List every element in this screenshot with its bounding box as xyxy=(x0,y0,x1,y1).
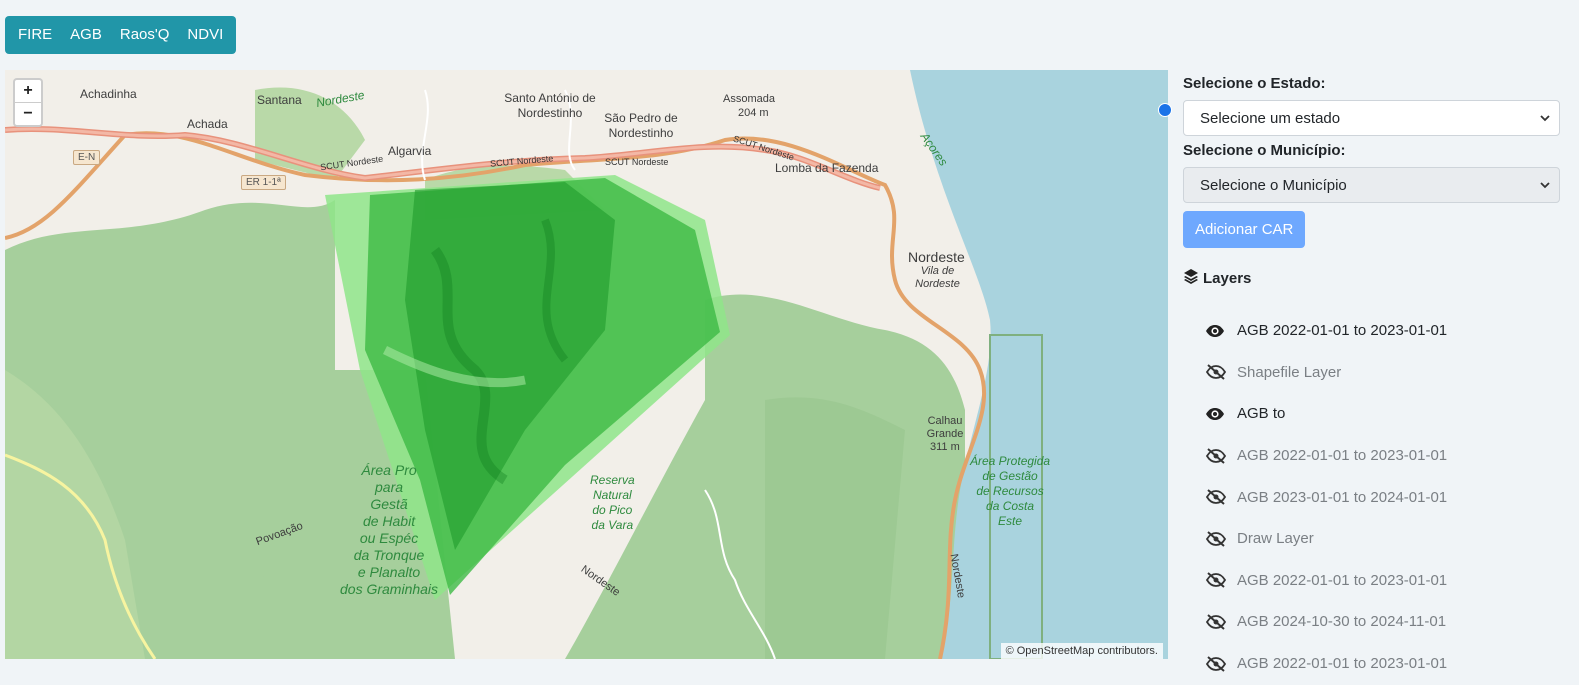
layer-label: Draw Layer xyxy=(1237,530,1314,548)
eye-slash-icon[interactable] xyxy=(1205,447,1227,464)
map-place-label: Lomba da Fazenda xyxy=(775,161,879,175)
eye-slash-icon[interactable] xyxy=(1205,614,1227,630)
protected-area-label: Área Pro para Gestã de Habit ou Espéc da… xyxy=(340,462,439,597)
layer-item[interactable]: AGB 2022-01-01 to 2023-01-01 xyxy=(1183,643,1560,685)
map-place-label: Nordeste xyxy=(908,249,965,265)
road-shield: ER 1-1ª xyxy=(241,175,286,190)
map-attribution[interactable]: © OpenStreetMap contributors. xyxy=(1000,643,1163,659)
layer-item[interactable]: Shapefile Layer xyxy=(1183,352,1560,394)
municipio-select-value: Selecione o Município xyxy=(1200,177,1347,194)
layer-item[interactable]: AGB to xyxy=(1183,393,1560,435)
map-place-label: Algarvia xyxy=(388,144,432,158)
tab-fire[interactable]: FIRE xyxy=(9,16,61,54)
layer-item[interactable]: Draw Layer xyxy=(1183,518,1560,560)
layer-item[interactable]: AGB 2023-01-01 to 2024-01-01 xyxy=(1183,476,1560,518)
layer-item[interactable]: AGB 2022-01-01 to 2023-01-01 xyxy=(1183,435,1560,477)
layer-label: AGB 2024-10-30 to 2024-11-01 xyxy=(1237,613,1447,631)
layer-list: AGB 2022-01-01 to 2023-01-01 Shapefile La… xyxy=(1183,310,1560,684)
layer-label: AGB 2023-01-01 to 2024-01-01 xyxy=(1237,488,1448,506)
map-place-label: Vila de Nordeste xyxy=(915,265,960,290)
layer-label: Shapefile Layer xyxy=(1237,363,1342,381)
eye-slash-icon[interactable] xyxy=(1205,489,1227,505)
layer-label: AGB 2022-01-01 to 2023-01-01 xyxy=(1237,571,1448,589)
map-place-label: 204 m xyxy=(738,107,769,119)
map-place-label: Achada xyxy=(187,117,228,131)
layers-stack-icon xyxy=(1183,268,1199,288)
eye-slash-icon[interactable] xyxy=(1205,531,1227,547)
chevron-down-icon xyxy=(1539,168,1551,218)
zoom-control: + − xyxy=(13,78,43,127)
tab-agb[interactable]: AGB xyxy=(61,16,111,54)
state-select-value: Selecione um estado xyxy=(1200,110,1341,127)
map-place-label: Assomada xyxy=(723,93,775,105)
tab-ndvi[interactable]: NDVI xyxy=(178,16,232,54)
side-panel: Selecione o Estado: Selecione um estado … xyxy=(1183,70,1560,684)
eye-slash-icon[interactable] xyxy=(1205,572,1227,589)
layer-label: AGB 2022-01-01 to 2023-01-01 xyxy=(1237,447,1448,465)
chevron-down-icon xyxy=(1539,101,1551,151)
municipio-label: Selecione o Município: xyxy=(1183,142,1346,159)
zoom-out-button[interactable]: − xyxy=(15,102,41,125)
tab-raosq[interactable]: Raos'Q xyxy=(111,16,179,54)
protected-area-label: Reserva Natural do Pico da Vara xyxy=(590,473,635,532)
map-place-label: São Pedro de Nordestinho xyxy=(604,111,678,140)
layers-header: Layers xyxy=(1183,268,1560,288)
add-car-button[interactable]: Adicionar CAR xyxy=(1183,211,1306,248)
map-place-label: Santo António de Nordestinho xyxy=(504,91,596,120)
road-shield: E-N xyxy=(73,150,101,165)
layer-label: AGB to xyxy=(1237,405,1286,423)
zoom-in-button[interactable]: + xyxy=(15,80,41,102)
map-view[interactable]: Achadinha Santana Nordeste Santo António… xyxy=(5,70,1168,659)
map-place-label: Calhau Grande xyxy=(926,415,964,440)
layer-label: AGB 2022-01-01 to 2023-01-01 xyxy=(1237,655,1448,673)
map-place-label: Santana xyxy=(257,93,302,107)
state-label: Selecione o Estado: xyxy=(1183,75,1326,92)
layer-label: AGB 2022-01-01 to 2023-01-01 xyxy=(1237,322,1448,340)
state-select[interactable]: Selecione um estado xyxy=(1183,100,1560,136)
municipio-select[interactable]: Selecione o Município xyxy=(1183,167,1560,203)
analysis-tab-group: FIRE AGB Raos'Q NDVI xyxy=(5,16,237,54)
map-road-label: SCUT Nordeste xyxy=(605,157,669,167)
panel-resize-handle[interactable] xyxy=(1158,103,1172,117)
eye-icon[interactable] xyxy=(1205,323,1227,339)
layer-item[interactable]: AGB 2022-01-01 to 2023-01-01 xyxy=(1183,560,1560,602)
eye-slash-icon[interactable] xyxy=(1205,364,1227,381)
layers-title: Layers xyxy=(1203,269,1252,287)
map-place-label: Achadinha xyxy=(80,87,137,101)
eye-slash-icon[interactable] xyxy=(1205,655,1227,672)
eye-icon[interactable] xyxy=(1205,406,1227,422)
layer-item[interactable]: AGB 2022-01-01 to 2023-01-01 xyxy=(1183,310,1560,352)
protected-area-label: Área Protegida de Gestão de Recursos da … xyxy=(970,454,1051,528)
map-place-label: 311 m xyxy=(930,441,960,453)
layer-item[interactable]: AGB 2024-10-30 to 2024-11-01 xyxy=(1183,601,1560,643)
